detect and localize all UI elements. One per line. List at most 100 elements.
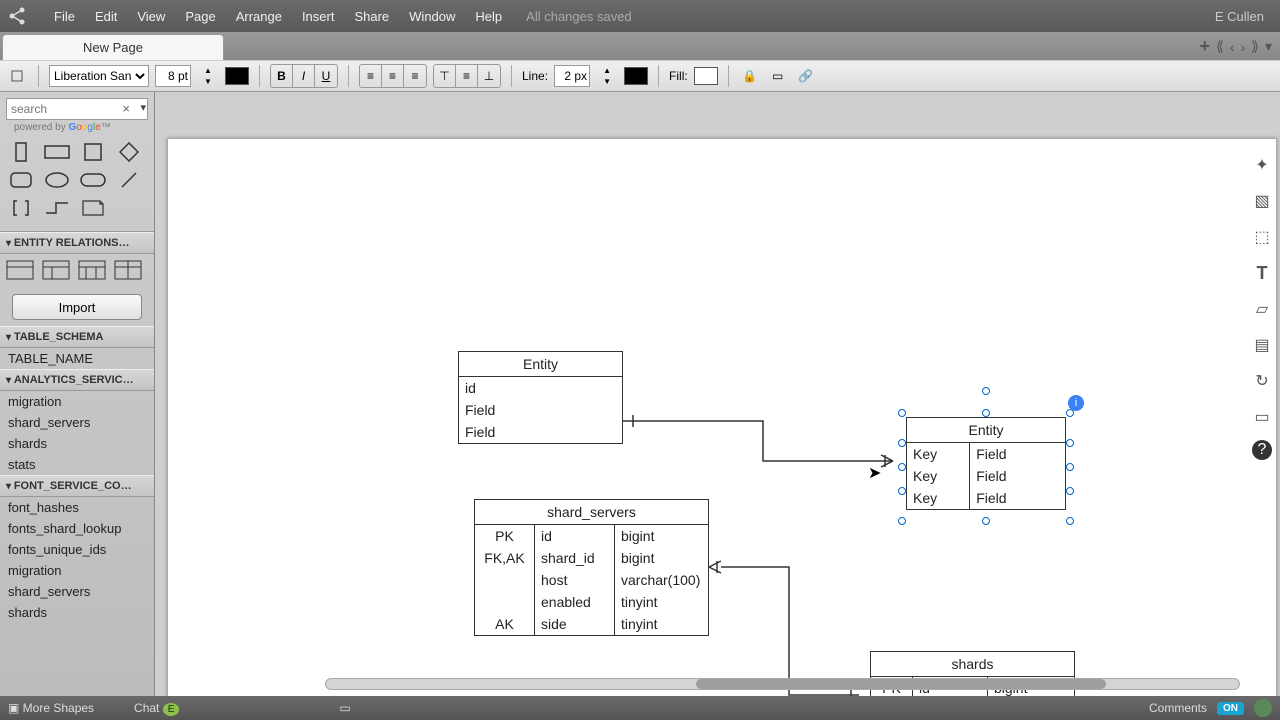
masterpage-icon[interactable]: ▤ <box>1249 332 1275 358</box>
tree-fs-migration[interactable]: migration <box>0 560 154 581</box>
bold-button[interactable]: B <box>271 65 293 87</box>
valign-bottom-button[interactable]: ⊥ <box>478 65 500 87</box>
next-page-icon[interactable]: › <box>1241 39 1246 55</box>
menu-view[interactable]: View <box>127 9 175 24</box>
themes-icon[interactable]: ▧ <box>1249 188 1275 214</box>
search-dropdown-icon[interactable]: ▾ <box>140 101 146 114</box>
collaborator-avatar[interactable] <box>1254 699 1272 717</box>
panel-table-schema[interactable]: TABLE_SCHEMA <box>0 326 154 348</box>
document-icon[interactable]: ▱ <box>1249 296 1275 322</box>
mouse-cursor-icon: ➤ <box>868 463 881 483</box>
link-button[interactable]: 🔗 <box>795 65 817 87</box>
align-center-button[interactable]: ≡ <box>382 65 404 87</box>
menu-file[interactable]: File <box>44 9 85 24</box>
last-page-icon[interactable]: ⟫ <box>1251 38 1259 55</box>
shape-note-icon[interactable] <box>78 197 108 219</box>
info-badge-icon[interactable]: i <box>1068 395 1084 411</box>
shape-diamond-icon[interactable] <box>114 141 144 163</box>
first-page-icon[interactable]: ⟪ <box>1216 38 1224 55</box>
tree-analytics-shards[interactable]: shards <box>0 433 154 454</box>
tree-font-hashes[interactable]: font_hashes <box>0 497 154 518</box>
tree-fs-shard-servers[interactable]: shard_servers <box>0 581 154 602</box>
tree-fonts-unique-ids[interactable]: fonts_unique_ids <box>0 539 154 560</box>
menu-page[interactable]: Page <box>175 9 225 24</box>
powered-by-label: powered by Google™ <box>0 122 154 137</box>
menu-window[interactable]: Window <box>399 9 465 24</box>
valign-top-button[interactable]: ⊤ <box>434 65 456 87</box>
menu-help[interactable]: Help <box>465 9 512 24</box>
shard-servers-table[interactable]: shard_servers PKidbigint FK,AKshard_idbi… <box>474 499 709 636</box>
help-icon[interactable]: ? <box>1252 440 1272 460</box>
history-icon[interactable]: ↻ <box>1249 368 1275 394</box>
shape-connector-icon[interactable] <box>42 197 72 219</box>
add-page-icon[interactable]: + <box>1200 36 1211 57</box>
undo-button[interactable] <box>6 65 28 87</box>
shape-roundrect-icon[interactable] <box>6 169 36 191</box>
italic-button[interactable]: I <box>293 65 315 87</box>
import-button[interactable]: Import <box>12 294 142 320</box>
horizontal-scrollbar[interactable] <box>325 678 1240 690</box>
font-size-input[interactable] <box>155 65 191 87</box>
chat-button[interactable]: Chat E <box>134 701 179 715</box>
font-size-up[interactable]: ▲ <box>197 65 219 76</box>
tree-table-name[interactable]: TABLE_NAME <box>0 348 154 369</box>
comments-button[interactable]: Comments <box>1149 701 1207 715</box>
search-clear-icon[interactable]: × <box>122 101 130 116</box>
menu-edit[interactable]: Edit <box>85 9 127 24</box>
navigator-icon[interactable]: ✦ <box>1249 152 1275 178</box>
tree-fonts-shard-lookup[interactable]: fonts_shard_lookup <box>0 518 154 539</box>
er-shape-1-icon[interactable] <box>6 260 36 282</box>
lock-button[interactable]: 🔒 <box>739 65 761 87</box>
er-shape-2-icon[interactable] <box>42 260 72 282</box>
more-shapes-button[interactable]: ▣ More Shapes <box>8 701 94 715</box>
group-button[interactable]: ▭ <box>767 65 789 87</box>
fill-color-swatch[interactable] <box>694 67 718 85</box>
scrollbar-thumb[interactable] <box>696 679 1106 689</box>
tree-analytics-shard-servers[interactable]: shard_servers <box>0 412 154 433</box>
tree-analytics-stats[interactable]: stats <box>0 454 154 475</box>
page-paper[interactable]: Entity id Field Field Entity KeyField Ke… <box>167 138 1277 696</box>
shape-pill-icon[interactable] <box>78 169 108 191</box>
font-size-down[interactable]: ▼ <box>197 76 219 87</box>
entity-table-1[interactable]: Entity id Field Field <box>458 351 623 444</box>
status-bar: ▣ More Shapes Chat E ▭ Comments ON <box>0 696 1280 720</box>
shape-bracket-icon[interactable] <box>6 197 36 219</box>
valign-middle-button[interactable]: ≡ <box>456 65 478 87</box>
menu-insert[interactable]: Insert <box>292 9 345 24</box>
er-shape-3-icon[interactable] <box>78 260 108 282</box>
align-left-button[interactable]: ≡ <box>360 65 382 87</box>
line-color-swatch[interactable] <box>624 67 648 85</box>
er-shape-4-icon[interactable] <box>114 260 144 282</box>
canvas[interactable]: Entity id Field Field Entity KeyField Ke… <box>155 92 1280 696</box>
text-tool-icon[interactable]: T <box>1249 260 1275 286</box>
panel-entity-relations[interactable]: ENTITY RELATIONS… <box>0 232 154 254</box>
shape-hrect-icon[interactable] <box>42 141 72 163</box>
user-label[interactable]: E Cullen <box>1215 9 1274 24</box>
underline-button[interactable]: U <box>315 65 337 87</box>
line-width-up[interactable]: ▲ <box>596 65 618 76</box>
present-icon[interactable]: ▭ <box>1249 404 1275 430</box>
menu-share[interactable]: Share <box>344 9 399 24</box>
page-settings-icon[interactable]: ⬚ <box>1249 224 1275 250</box>
tree-analytics-migration[interactable]: migration <box>0 391 154 412</box>
line-width-down[interactable]: ▼ <box>596 76 618 87</box>
presentation-mode-icon[interactable]: ▭ <box>339 701 350 715</box>
menu-arrange[interactable]: Arrange <box>226 9 292 24</box>
panel-font-service[interactable]: FONT_SERVICE_CO… <box>0 475 154 497</box>
align-right-button[interactable]: ≡ <box>404 65 426 87</box>
panel-analytics[interactable]: ANALYTICS_SERVIC… <box>0 369 154 391</box>
page-menu-icon[interactable]: ▾ <box>1265 38 1272 55</box>
font-family-select[interactable]: Liberation Sans <box>49 65 149 87</box>
shape-line-icon[interactable] <box>114 169 144 191</box>
shape-vrect-icon[interactable] <box>6 141 36 163</box>
line-width-input[interactable] <box>554 65 590 87</box>
tree-fs-shards[interactable]: shards <box>0 602 154 623</box>
entity1-row-field1: Field <box>459 399 622 421</box>
comments-toggle[interactable]: ON <box>1217 702 1244 715</box>
shape-ellipse-icon[interactable] <box>42 169 72 191</box>
shape-square-icon[interactable] <box>78 141 108 163</box>
page-tab-active[interactable]: New Page <box>2 34 224 60</box>
prev-page-icon[interactable]: ‹ <box>1230 39 1235 55</box>
line-label: Line: <box>522 69 548 83</box>
text-color-swatch[interactable] <box>225 67 249 85</box>
